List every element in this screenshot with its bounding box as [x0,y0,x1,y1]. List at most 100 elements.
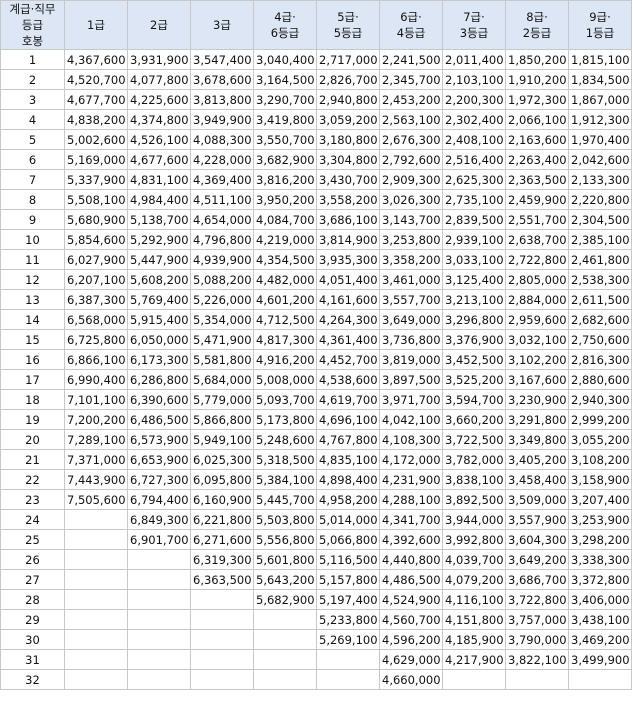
salary-cell: 4,231,900 [379,469,443,490]
salary-cell: 2,625,300 [442,169,506,190]
salary-cell [64,569,128,590]
salary-cell: 4,619,700 [316,389,380,410]
salary-cell: 2,263,400 [505,149,569,170]
salary-cell: 4,767,800 [316,429,380,450]
step-cell: 6 [0,149,65,170]
column-header-line: 5등급 [333,26,363,40]
salary-cell [190,629,254,650]
step-cell: 7 [0,169,65,190]
salary-cell: 4,042,100 [379,409,443,430]
salary-cell: 5,173,800 [253,409,317,430]
salary-cell [505,669,569,690]
table-row: 17 6,990,400 6,286,800 5,684,000 5,008,000 4,… [0,369,632,390]
salary-cell: 6,573,900 [127,429,191,450]
column-header-line: 3급 [213,18,231,32]
salary-cell: 5,915,400 [127,309,191,330]
table-row: 27 6,363,500 5,643,200 5,157,800 4,486,500 4,… [0,569,632,590]
salary-cell: 7,443,900 [64,469,128,490]
salary-cell: 6,221,800 [190,509,254,530]
salary-cell: 6,160,900 [190,489,254,510]
salary-cell: 3,558,200 [316,189,380,210]
column-header-line: 2등급 [522,26,552,40]
salary-cell: 4,039,700 [442,549,506,570]
salary-cell: 5,008,000 [253,369,317,390]
salary-cell: 1,912,300 [568,109,632,130]
column-header-line: 2급 [150,18,168,32]
table-row: 29 5,233,800 4,560,700 4,151,800 3,757,000 3,… [0,609,632,630]
salary-cell: 3,143,700 [379,209,443,230]
salary-cell [64,509,128,530]
salary-cell: 5,014,000 [316,509,380,530]
salary-cell: 5,866,800 [190,409,254,430]
salary-cell [127,629,191,650]
column-header: 1급 [64,0,128,50]
salary-cell: 6,363,500 [190,569,254,590]
salary-cell: 3,682,900 [253,149,317,170]
salary-cell: 3,547,400 [190,49,254,70]
salary-cell: 4,151,800 [442,609,506,630]
salary-cell: 5,384,100 [253,469,317,490]
salary-cell: 5,643,200 [253,569,317,590]
step-cell: 5 [0,129,65,150]
salary-cell: 3,304,800 [316,149,380,170]
step-cell: 25 [0,529,65,550]
salary-cell: 6,653,900 [127,449,191,470]
column-header: 4급· 6등급 [253,0,317,50]
salary-cell: 3,253,900 [568,509,632,530]
salary-cell: 2,805,000 [505,269,569,290]
table-row: 16 6,866,100 6,173,300 5,581,800 4,916,200 4,… [0,349,632,370]
salary-cell: 6,025,300 [190,449,254,470]
salary-cell: 6,486,500 [127,409,191,430]
salary-cell: 2,682,600 [568,309,632,330]
salary-cell: 4,225,600 [127,89,191,110]
salary-cell: 3,686,100 [316,209,380,230]
salary-cell: 6,050,000 [127,329,191,350]
salary-cell: 2,940,300 [568,389,632,410]
salary-cell: 2,103,100 [442,69,506,90]
salary-cell [64,649,128,670]
salary-cell: 4,654,000 [190,209,254,230]
salary-cell: 6,387,300 [64,289,128,310]
salary-cell: 3,372,800 [568,569,632,590]
salary-cell: 3,816,200 [253,169,317,190]
salary-cell: 5,508,100 [64,189,128,210]
salary-cell: 4,677,700 [64,89,128,110]
salary-cell: 2,551,700 [505,209,569,230]
salary-cell: 4,217,900 [442,649,506,670]
salary-cell: 2,611,500 [568,289,632,310]
salary-cell: 3,055,200 [568,429,632,450]
salary-cell: 4,108,300 [379,429,443,450]
table-row: 32 4,660,000 [0,669,632,690]
step-cell: 17 [0,369,65,390]
salary-cell: 3,298,200 [568,529,632,550]
salary-cell: 3,950,200 [253,189,317,210]
salary-cell: 4,696,100 [316,409,380,430]
salary-cell: 6,095,800 [190,469,254,490]
salary-cell: 2,750,600 [568,329,632,350]
salary-cell [127,549,191,570]
salary-cell [64,549,128,570]
salary-cell: 4,367,600 [64,49,128,70]
salary-cell: 2,241,500 [379,49,443,70]
salary-cell: 4,524,900 [379,589,443,610]
salary-cell: 6,866,100 [64,349,128,370]
table-row: 1 4,367,600 3,931,900 3,547,400 3,040,400 2,7… [0,49,632,70]
step-cell: 23 [0,489,65,510]
salary-cell: 3,469,200 [568,629,632,650]
table-row: 11 6,027,900 5,447,900 4,939,900 4,354,500 3,… [0,249,632,270]
salary-cell [190,609,254,630]
salary-cell: 2,408,100 [442,129,506,150]
column-header-line: 6등급 [270,26,300,40]
salary-cell: 5,680,900 [64,209,128,230]
salary-cell [190,669,254,690]
salary-cell [190,589,254,610]
table-row: 5 5,002,600 4,526,100 4,088,300 3,550,700 3,1… [0,129,632,150]
salary-cell: 3,686,700 [505,569,569,590]
salary-cell: 5,066,800 [316,529,380,550]
salary-cell: 1,850,200 [505,49,569,70]
salary-cell: 5,445,700 [253,489,317,510]
column-header: 6급· 4등급 [379,0,443,50]
salary-cell: 1,910,200 [505,69,569,90]
salary-cell: 5,581,800 [190,349,254,370]
salary-cell: 4,838,200 [64,109,128,130]
